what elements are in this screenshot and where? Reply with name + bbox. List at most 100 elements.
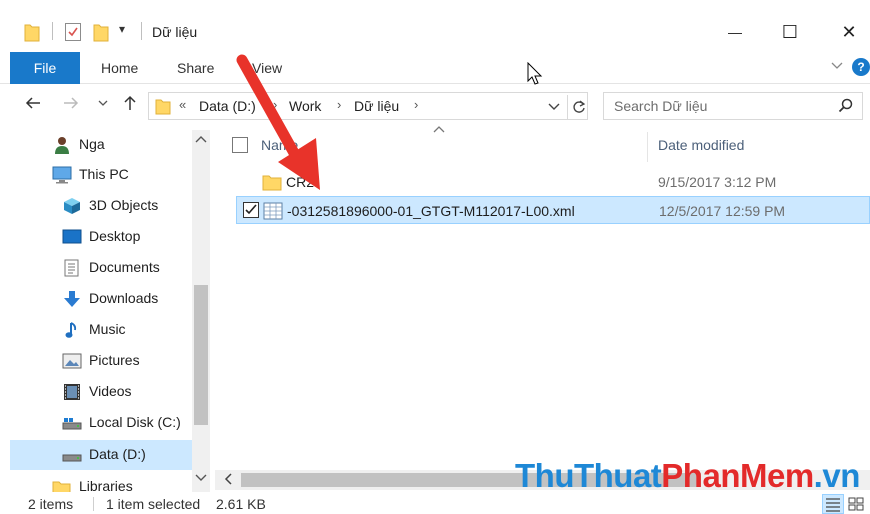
- properties-icon[interactable]: [65, 23, 81, 41]
- new-folder-icon[interactable]: [93, 22, 109, 42]
- row-checkbox[interactable]: [243, 202, 259, 218]
- close-button[interactable]: ✕: [826, 14, 870, 50]
- refresh-icon: [572, 100, 585, 113]
- sort-ascending-icon: [433, 126, 445, 133]
- nav-item-music[interactable]: Music: [10, 315, 195, 345]
- nav-item-label: Music: [89, 321, 126, 337]
- user-icon: [55, 137, 69, 154]
- nav-item-this-pc[interactable]: This PC: [10, 160, 195, 190]
- folder-icon[interactable]: [24, 22, 40, 42]
- nav-item-user[interactable]: Nga: [10, 130, 195, 160]
- nav-item-label: Desktop: [89, 228, 141, 244]
- library-icon: [52, 481, 71, 492]
- item-count: 2 items: [28, 496, 74, 512]
- up-icon[interactable]: [121, 94, 139, 112]
- nav-item-pictures[interactable]: Pictures: [10, 346, 195, 376]
- cube-icon: [64, 198, 80, 214]
- scroll-up-icon[interactable]: [195, 134, 207, 144]
- separator: [93, 497, 94, 511]
- window-title: Dữ liệu: [152, 24, 198, 40]
- navigation-pane: Nga This PC 3D Objects Desktop Documents…: [10, 130, 210, 492]
- nav-item-label: Data (D:): [89, 446, 146, 462]
- ribbon: File Home Share View ?: [0, 52, 870, 84]
- nav-item-data-d[interactable]: Data (D:): [10, 440, 195, 470]
- nav-item-label: Videos: [89, 383, 132, 399]
- watermark-part: ThuThuat: [515, 457, 662, 494]
- drive-icon: [62, 454, 82, 462]
- pictures-icon: [62, 353, 82, 369]
- music-icon: [65, 322, 77, 338]
- navigation-bar: « Data (D:) › Work › Dữ liệu › Search Dữ…: [0, 84, 870, 126]
- nav-item-libraries[interactable]: Libraries: [10, 472, 195, 492]
- separator: [141, 22, 142, 40]
- search-box[interactable]: Search Dữ liệu: [603, 92, 863, 120]
- scroll-down-icon[interactable]: [195, 473, 207, 483]
- maximize-icon: ☐: [781, 21, 799, 42]
- search-icon[interactable]: [838, 98, 854, 114]
- nav-item-label: Nga: [79, 136, 105, 152]
- search-placeholder[interactable]: Search Dữ liệu: [614, 98, 707, 114]
- recent-locations-icon[interactable]: [98, 98, 108, 108]
- nav-item-3d-objects[interactable]: 3D Objects: [10, 191, 195, 221]
- nav-item-label: This PC: [79, 166, 129, 182]
- minimize-icon: —: [728, 24, 742, 40]
- selection-size: 2.61 KB: [216, 496, 266, 512]
- nav-item-downloads[interactable]: Downloads: [10, 284, 195, 314]
- computer-icon: [52, 166, 72, 184]
- forward-icon[interactable]: [62, 94, 80, 112]
- close-icon: ✕: [841, 21, 857, 42]
- tab-file[interactable]: File: [10, 52, 80, 84]
- column-divider[interactable]: [647, 132, 648, 162]
- maximize-button[interactable]: ☐: [767, 14, 813, 50]
- status-bar: 2 items 1 item selected 2.61 KB: [0, 492, 870, 514]
- nav-pane-scrollbar[interactable]: [192, 130, 210, 492]
- drive-icon: [62, 418, 82, 430]
- watermark-part: .vn: [813, 457, 861, 494]
- tab-home[interactable]: Home: [101, 60, 138, 76]
- title-bar: ▾ Dữ liệu — ☐ ✕: [0, 0, 870, 52]
- nav-item-label: Local Disk (C:): [89, 414, 181, 430]
- file-name: -0312581896000-01_GTGT-M112017-L00.xml: [287, 203, 575, 219]
- nav-item-desktop[interactable]: Desktop: [10, 222, 195, 252]
- watermark: ThuThuatPhanMem.vn: [515, 457, 860, 495]
- scrollbar-thumb[interactable]: [194, 285, 208, 425]
- minimize-button[interactable]: —: [712, 14, 758, 50]
- separator: [52, 22, 53, 40]
- desktop-icon: [62, 229, 82, 244]
- xml-file-icon: [263, 202, 283, 220]
- folder-icon: [155, 99, 171, 115]
- video-icon: [64, 384, 80, 400]
- back-icon[interactable]: [24, 94, 42, 112]
- selection-count: 1 item selected: [106, 496, 201, 512]
- checkmark-icon: [245, 204, 257, 215]
- watermark-part: PhanMem: [661, 457, 814, 494]
- file-date-modified: 12/5/2017 12:59 PM: [659, 203, 786, 219]
- scroll-left-icon[interactable]: [223, 472, 233, 486]
- nav-item-label: Libraries: [79, 478, 133, 492]
- nav-item-label: Pictures: [89, 352, 140, 368]
- customize-quick-access-icon[interactable]: ▾: [119, 22, 125, 36]
- mouse-cursor-icon: [527, 62, 543, 85]
- overflow-crumbs[interactable]: «: [179, 97, 186, 112]
- breadcrumb-du-lieu[interactable]: Dữ liệu: [354, 98, 399, 114]
- details-view-button[interactable]: [822, 494, 844, 514]
- documents-icon: [64, 259, 79, 277]
- nav-item-documents[interactable]: Documents: [10, 253, 195, 283]
- address-bar[interactable]: « Data (D:) › Work › Dữ liệu ›: [148, 92, 588, 120]
- nav-item-videos[interactable]: Videos: [10, 377, 195, 407]
- large-icons-view-button[interactable]: [846, 494, 868, 514]
- tab-share[interactable]: Share: [177, 60, 214, 76]
- refresh-button[interactable]: [567, 95, 589, 119]
- file-row-selected[interactable]: -0312581896000-01_GTGT-M112017-L00.xml 1…: [236, 196, 870, 224]
- file-date-modified: 9/15/2017 3:12 PM: [658, 174, 777, 190]
- help-icon[interactable]: ?: [852, 58, 870, 76]
- nav-item-label: Documents: [89, 259, 160, 275]
- download-icon: [64, 291, 80, 307]
- nav-item-label: Downloads: [89, 290, 159, 306]
- expand-ribbon-icon[interactable]: [830, 58, 844, 72]
- nav-item-label: 3D Objects: [89, 197, 159, 213]
- column-header-date-modified[interactable]: Date modified: [658, 137, 744, 153]
- address-dropdown-icon[interactable]: [547, 97, 561, 115]
- breadcrumb-separator[interactable]: ›: [414, 97, 418, 112]
- nav-item-local-disk-c[interactable]: Local Disk (C:): [10, 408, 195, 438]
